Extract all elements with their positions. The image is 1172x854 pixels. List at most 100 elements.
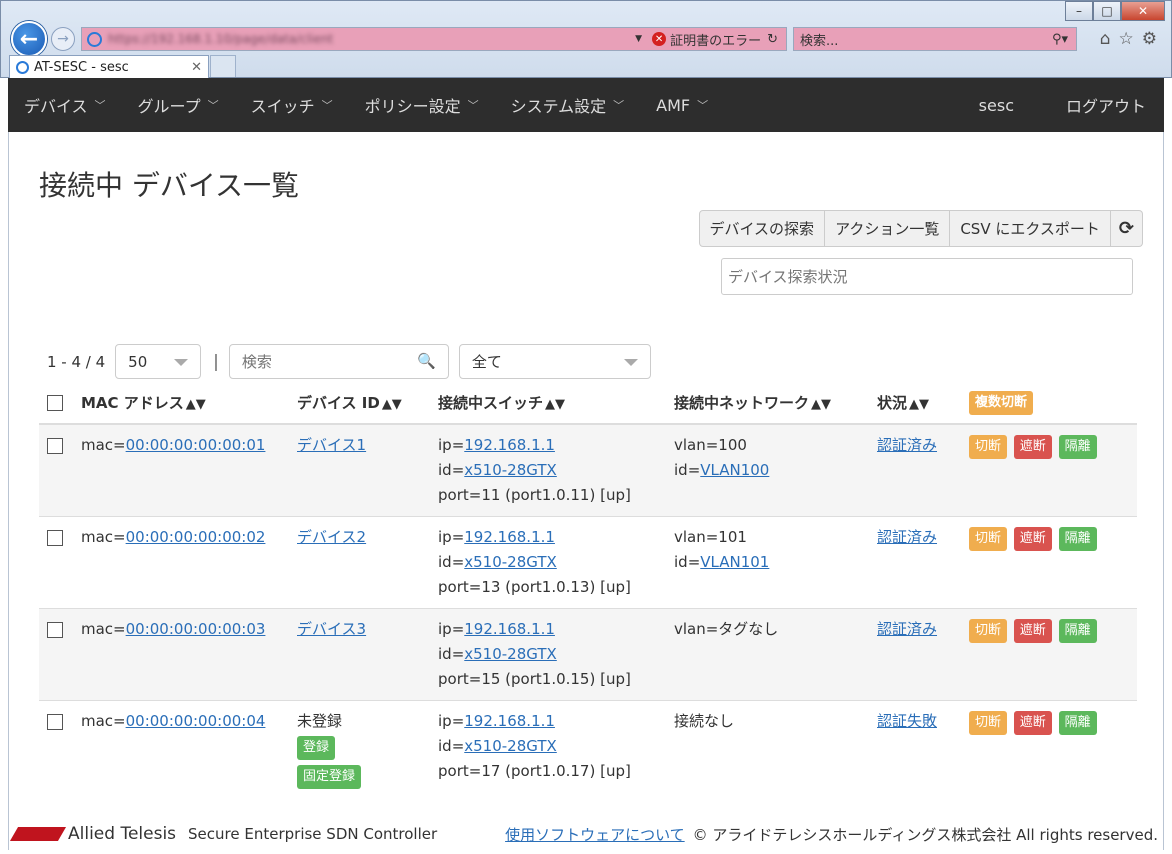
nav-system[interactable]: システム設定 ﹀ <box>495 78 641 132</box>
search-icon: 🔍 <box>417 352 436 370</box>
header-status[interactable]: 状況 ▲▼ <box>869 382 961 425</box>
logo-mark-icon <box>9 827 67 841</box>
id-prefix: id= <box>438 737 465 755</box>
logo-text: Allied Telesis <box>68 824 177 844</box>
switch-id-link[interactable]: x510-28GTX <box>464 645 557 663</box>
block-button[interactable]: 遮断 <box>1013 619 1052 643</box>
back-button[interactable]: ← <box>11 21 47 57</box>
home-icon[interactable]: ⌂ <box>1100 29 1111 49</box>
table-search[interactable]: 🔍 <box>228 344 449 379</box>
isolate-button[interactable]: 隔離 <box>1058 711 1097 735</box>
disconnect-button[interactable]: 切断 <box>969 711 1008 735</box>
header-network[interactable]: 接続中ネットワーク ▲▼ <box>666 382 869 425</box>
address-dropdown-icon[interactable]: ▼ <box>635 34 642 44</box>
actions-cell: 切断 遮断 隔離 <box>961 608 1137 701</box>
switch-ip-link[interactable]: 192.168.1.1 <box>464 528 555 546</box>
switch-ip-link[interactable]: 192.168.1.1 <box>464 436 555 454</box>
nav-groups[interactable]: グループ ﹀ <box>122 78 235 132</box>
port-text: port=17 (port1.0.17) [up] <box>438 762 631 780</box>
action-list-button[interactable]: アクション一覧 <box>825 210 951 247</box>
settings-gear-icon[interactable]: ⚙ <box>1142 29 1157 49</box>
status-cell: 認証済み <box>869 608 961 701</box>
device-link[interactable]: デバイス1 <box>297 436 366 454</box>
new-tab-button[interactable] <box>210 55 236 77</box>
vlan-link[interactable]: VLAN100 <box>700 461 769 479</box>
header-device[interactable]: デバイス ID ▲▼ <box>289 382 430 425</box>
mac-link[interactable]: 00:00:00:00:00:03 <box>126 620 266 638</box>
device-link[interactable]: デバイス2 <box>297 528 366 546</box>
block-button[interactable]: 遮断 <box>1013 527 1052 551</box>
csv-export-button[interactable]: CSV にエクスポート <box>950 210 1111 247</box>
register-button[interactable]: 登録 <box>297 736 336 760</box>
browser-search[interactable]: 検索... ⚲▾ <box>793 27 1077 51</box>
favorites-star-icon[interactable]: ☆ <box>1119 29 1134 49</box>
device-link[interactable]: デバイス3 <box>297 620 366 638</box>
switch-id-link[interactable]: x510-28GTX <box>464 737 557 755</box>
browser-tab-active[interactable]: AT-SESC - sesc ✕ <box>9 55 209 79</box>
device-cell: デバイス2 <box>289 516 430 609</box>
about-software-link[interactable]: 使用ソフトウェアについて <box>505 824 685 845</box>
nav-system-label: システム設定 <box>510 97 607 116</box>
status-link[interactable]: 認証済み <box>877 528 937 546</box>
action-button-group: デバイスの探索 アクション一覧 CSV にエクスポート ⟳ <box>698 210 1143 247</box>
disconnect-button[interactable]: 切断 <box>969 435 1008 459</box>
status-cell: 認証失敗 <box>869 700 961 797</box>
switch-ip-link[interactable]: 192.168.1.1 <box>464 620 555 638</box>
page-size-select[interactable]: 50 <box>115 344 202 379</box>
switch-id-link[interactable]: x510-28GTX <box>464 553 557 571</box>
row-checkbox-cell <box>39 608 73 701</box>
minimize-button[interactable]: – <box>1065 1 1093 21</box>
nav-devices-label: デバイス <box>24 97 88 116</box>
nav-switches-label: スイッチ <box>250 97 315 116</box>
mac-link[interactable]: 00:00:00:00:00:02 <box>126 528 266 546</box>
nav-switches[interactable]: スイッチ ﹀ <box>235 78 349 132</box>
block-button[interactable]: 遮断 <box>1013 435 1052 459</box>
cert-error[interactable]: ✕ 証明書のエラー ↻ <box>652 30 786 49</box>
address-url[interactable]: https://192.168.1.10/page/data/client <box>82 32 635 46</box>
disconnect-button[interactable]: 切断 <box>969 527 1008 551</box>
isolate-button[interactable]: 隔離 <box>1058 435 1097 459</box>
refresh-icon[interactable]: ↻ <box>767 32 778 47</box>
mac-link[interactable]: 00:00:00:00:00:01 <box>126 436 266 454</box>
header-switch[interactable]: 接続中スイッチ ▲▼ <box>430 382 666 425</box>
refresh-button[interactable]: ⟳ <box>1110 210 1143 247</box>
header-mac[interactable]: MAC アドレス ▲▼ <box>73 382 289 425</box>
bulk-disconnect-button[interactable]: 複数切断 <box>969 390 1034 415</box>
tab-close-icon[interactable]: ✕ <box>191 60 202 75</box>
nav-user[interactable]: sesc <box>945 78 1032 132</box>
vlan-text: vlan=タグなし <box>674 620 779 638</box>
nav-devices[interactable]: デバイス ﹀ <box>8 78 122 132</box>
maximize-button[interactable]: □ <box>1093 1 1121 21</box>
nav-logout[interactable]: ログアウト <box>1032 78 1164 132</box>
table-row: mac=00:00:00:00:00:04 未登録 登録 固定登録 ip=192… <box>39 700 1137 797</box>
table-search-input[interactable] <box>229 345 410 378</box>
close-window-button[interactable]: ✕ <box>1121 1 1165 21</box>
switch-ip-link[interactable]: 192.168.1.1 <box>464 712 555 730</box>
sort-icon: ▲▼ <box>185 397 206 412</box>
search-icon[interactable]: ⚲▾ <box>1052 32 1068 47</box>
forward-button[interactable]: → <box>51 27 75 51</box>
row-checkbox[interactable] <box>47 714 63 730</box>
switch-id-link[interactable]: x510-28GTX <box>464 461 557 479</box>
block-button[interactable]: 遮断 <box>1013 711 1052 735</box>
disconnect-button[interactable]: 切断 <box>969 619 1008 643</box>
mac-link[interactable]: 00:00:00:00:00:04 <box>126 712 266 730</box>
address-bar[interactable]: https://192.168.1.10/page/data/client ▼ … <box>81 27 787 51</box>
isolate-button[interactable]: 隔離 <box>1058 619 1097 643</box>
nav-amf[interactable]: AMF ﹀ <box>640 78 724 132</box>
isolate-button[interactable]: 隔離 <box>1058 527 1097 551</box>
row-checkbox[interactable] <box>47 530 63 546</box>
nav-policy[interactable]: ポリシー設定 ﹀ <box>349 78 495 132</box>
fixed-register-button[interactable]: 固定登録 <box>297 765 362 789</box>
row-checkbox[interactable] <box>47 622 63 638</box>
actions-cell: 切断 遮断 隔離 <box>961 423 1137 517</box>
select-all-checkbox[interactable] <box>47 395 63 411</box>
status-link[interactable]: 認証済み <box>877 436 937 454</box>
filter-select[interactable]: 全て <box>458 344 651 379</box>
discovery-status-field[interactable] <box>721 258 1133 295</box>
status-link[interactable]: 認証失敗 <box>877 712 937 730</box>
row-checkbox[interactable] <box>47 438 63 454</box>
status-link[interactable]: 認証済み <box>877 620 937 638</box>
discover-devices-button[interactable]: デバイスの探索 <box>698 210 826 247</box>
vlan-link[interactable]: VLAN101 <box>700 553 769 571</box>
